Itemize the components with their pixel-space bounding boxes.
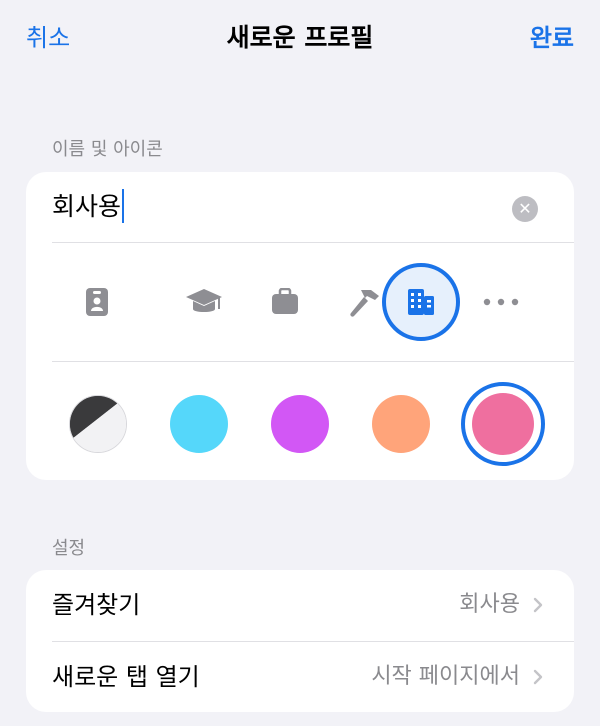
icon-picker	[26, 243, 574, 361]
icon-option-graduation-cap[interactable]	[165, 263, 243, 341]
color-swatch-cyan[interactable]	[170, 395, 228, 453]
graduation-cap-icon	[186, 289, 222, 312]
color-swatch-pink[interactable]	[461, 382, 545, 466]
chevron-right-icon	[533, 669, 543, 685]
done-button[interactable]: 완료	[530, 20, 574, 56]
briefcase-icon	[272, 288, 298, 314]
icon-option-briefcase[interactable]	[246, 263, 324, 341]
name-row: 회사용 ✕	[26, 172, 574, 242]
setting-row-favorites[interactable]: 즐겨찾기 회사용	[26, 570, 574, 640]
clear-text-button[interactable]: ✕	[512, 196, 538, 222]
text-caret	[122, 189, 125, 223]
setting-value: 시작 페이지에서	[371, 664, 520, 689]
chevron-right-icon	[533, 597, 543, 613]
icon-option-id-badge[interactable]	[58, 263, 136, 341]
selected-color-fill	[472, 393, 534, 455]
setting-label: 새로운 탭 열기	[52, 663, 200, 691]
color-swatch-purple[interactable]	[271, 395, 329, 453]
profile-name-text: 회사용	[52, 192, 122, 221]
color-swatch-black-white[interactable]	[69, 395, 127, 453]
section-label-name-icon: 이름 및 아이콘	[52, 139, 163, 160]
page-title: 새로운 프로필	[226, 23, 374, 52]
setting-label: 즐겨찾기	[52, 591, 141, 619]
more-icon	[483, 298, 519, 306]
profile-name-input[interactable]: 회사용	[52, 187, 125, 227]
settings-card: 즐겨찾기 회사용 새로운 탭 열기 시작 페이지에서	[26, 570, 574, 712]
name-icon-card: 회사용 ✕	[26, 172, 574, 480]
building-icon	[408, 289, 434, 315]
color-swatch-orange[interactable]	[372, 395, 430, 453]
setting-row-new-tab[interactable]: 새로운 탭 열기 시작 페이지에서	[26, 642, 574, 712]
section-label-settings: 설정	[52, 538, 86, 559]
color-picker	[26, 362, 574, 480]
hammer-icon	[350, 290, 379, 317]
nav-bar: 취소 새로운 프로필 완료	[0, 0, 600, 80]
icon-option-more[interactable]	[462, 263, 540, 341]
id-badge-icon	[86, 288, 108, 316]
setting-value: 회사용	[459, 592, 520, 617]
icon-option-building[interactable]	[382, 263, 460, 341]
